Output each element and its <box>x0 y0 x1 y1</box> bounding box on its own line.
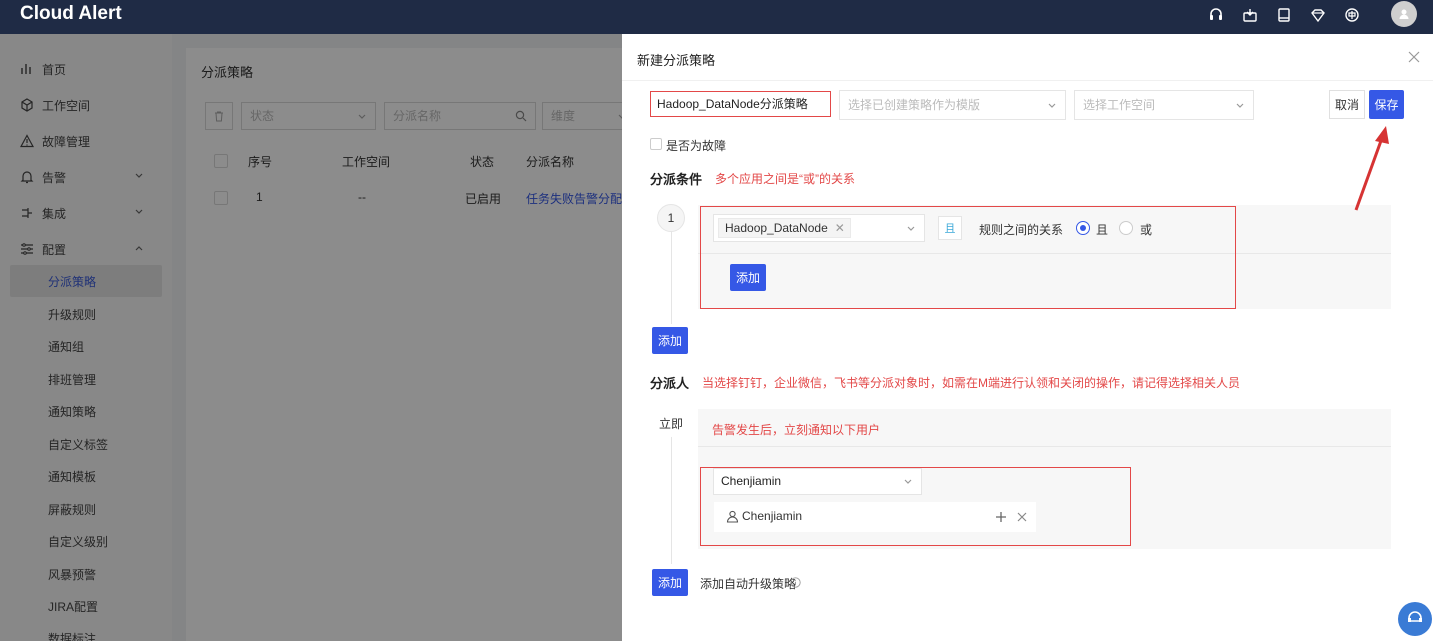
workspace-select[interactable]: 选择工作空间 <box>1074 90 1254 120</box>
top-bar: Cloud Alert <box>0 0 1433 34</box>
headset-icon[interactable] <box>1207 6 1225 24</box>
policy-name-input[interactable]: Hadoop_DataNode分派策略 <box>650 91 831 117</box>
info-icon[interactable] <box>790 577 801 588</box>
help-chat-button[interactable] <box>1398 602 1432 636</box>
plus-icon[interactable] <box>995 511 1007 523</box>
add-condition-button[interactable]: 添加 <box>652 327 688 354</box>
template-select[interactable]: 选择已创建策略作为模版 <box>839 90 1066 120</box>
assignee-title: 分派人 <box>650 376 690 391</box>
relation-or-radio[interactable] <box>1119 221 1133 235</box>
chevron-down-icon <box>907 226 915 231</box>
template-select-placeholder: 选择已创建策略作为模版 <box>848 98 981 112</box>
auto-escalation-label[interactable]: 添加自动升级策略 <box>700 575 796 592</box>
and-relation-icon[interactable]: 且 <box>938 216 962 240</box>
save-button[interactable]: 保存 <box>1369 90 1404 119</box>
conditions-title: 分派条件 <box>650 172 703 187</box>
relation-and-label: 且 <box>1096 223 1109 237</box>
modal-overlay[interactable] <box>0 34 622 641</box>
drawer-title: 新建分派策略 <box>637 53 716 68</box>
workspace-select-placeholder: 选择工作空间 <box>1083 98 1156 112</box>
user-icon <box>1399 9 1409 19</box>
tag-close-icon[interactable]: ✕ <box>835 219 845 237</box>
app-tag: Hadoop_DataNode ✕ <box>718 218 851 238</box>
close-icon[interactable] <box>1017 512 1027 522</box>
brand-logo[interactable]: Cloud Alert <box>20 3 122 25</box>
assignee-type-select[interactable]: Chenjiamin <box>713 468 922 495</box>
chat-icon <box>1408 611 1422 622</box>
divider <box>698 446 1391 447</box>
app-tag-label: Hadoop_DataNode <box>725 221 828 235</box>
close-icon[interactable] <box>1407 50 1421 64</box>
assignee-type-value: Chenjiamin <box>721 474 782 488</box>
diamond-icon[interactable] <box>1309 6 1327 24</box>
cancel-button[interactable]: 取消 <box>1329 90 1365 119</box>
chevron-down-icon <box>1048 103 1056 108</box>
app-tag-select[interactable]: Hadoop_DataNode ✕ <box>713 214 925 242</box>
assignee-step: 立即 <box>655 409 687 437</box>
book-icon[interactable] <box>1275 6 1293 24</box>
chevron-down-icon <box>904 479 912 484</box>
language-icon[interactable] <box>1343 6 1361 24</box>
user-chip: Chenjiamin <box>714 502 1036 532</box>
add-assignee-button[interactable]: 添加 <box>652 569 688 596</box>
condition-step: 1 <box>657 204 685 232</box>
divider <box>622 80 1433 81</box>
relation-and-radio[interactable] <box>1076 221 1090 235</box>
timeline-line <box>671 218 672 324</box>
user-name: Chenjiamin <box>742 509 803 523</box>
is-fault-label: 是否为故障 <box>666 139 727 153</box>
relation-or-label: 或 <box>1140 223 1153 237</box>
user-avatar[interactable] <box>1391 1 1417 27</box>
notify-hint: 告警发生后，立刻通知以下用户 <box>712 423 881 437</box>
relation-label: 规则之间的关系 <box>979 223 1064 237</box>
user-icon <box>726 510 739 523</box>
is-fault-checkbox[interactable] <box>650 138 662 150</box>
top-icons <box>1207 6 1361 24</box>
chevron-down-icon <box>1236 103 1244 108</box>
new-policy-drawer: 新建分派策略 Hadoop_DataNode分派策略 选择已创建策略作为模版 选… <box>622 34 1433 641</box>
assignee-hint: 当选择钉钉，企业微信，飞书等分派对象时，如需在M端进行认领和关闭的操作，请记得选… <box>702 376 1241 390</box>
inbox-icon[interactable] <box>1241 6 1259 24</box>
timeline-line <box>671 434 672 564</box>
add-rule-button[interactable]: 添加 <box>730 264 766 291</box>
conditions-hint: 多个应用之间是“或”的关系 <box>715 172 855 186</box>
